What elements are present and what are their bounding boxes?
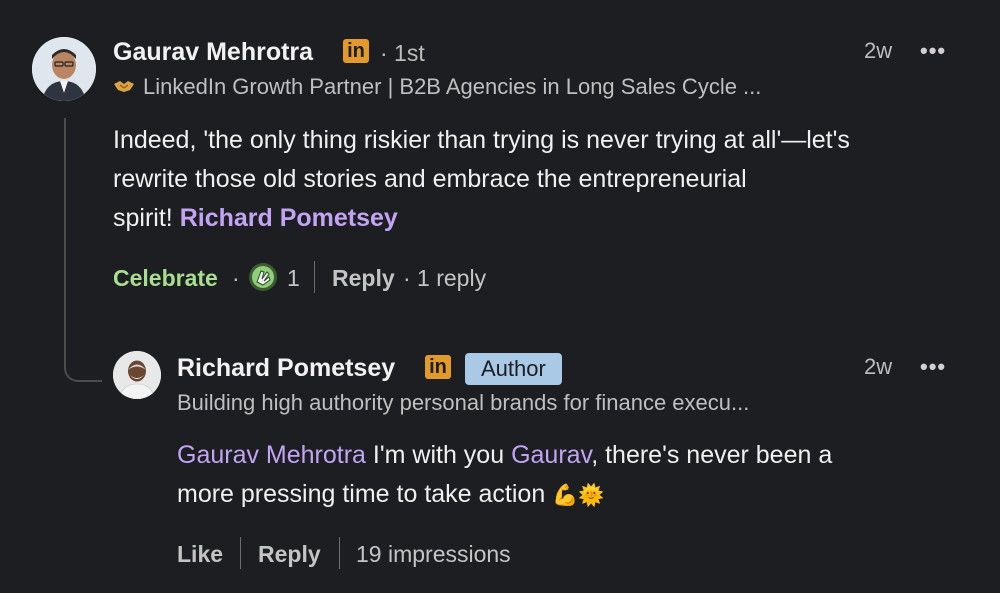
clapping-hands-icon[interactable] [248,262,278,292]
reply-text: Gaurav Mehrotra I'm with you Gaurav, the… [177,436,977,515]
reply-text-fragment: , there's never been a [591,441,833,469]
divider [339,537,340,569]
handshake-icon [113,78,135,94]
mention-link[interactable]: Gaurav [511,441,591,469]
reaction-count[interactable]: 1 [287,265,300,292]
like-button[interactable]: Like [177,541,223,568]
emoji-flexed-biceps-sun-icon: 💪🌞 [552,484,605,507]
comment-text: Indeed, 'the only thing riskier than try… [113,121,983,238]
impressions-count: 19 impressions [356,541,511,567]
comment-text-line: Indeed, 'the only thing riskier than try… [113,126,850,154]
avatar[interactable] [113,351,161,399]
linkedin-icon: in [425,355,451,379]
mention-link[interactable]: Gaurav Mehrotra [177,441,366,469]
separator-dot: · [232,265,240,291]
mention-link[interactable]: Richard Pometsey [180,204,398,232]
celebrate-button[interactable]: Celebrate [113,265,218,292]
reply-text-fragment: more pressing time to take action [177,480,553,508]
thread-connector-line [64,118,102,382]
reply-button[interactable]: Reply [332,265,395,292]
comment-text-line: rewrite those old stories and embrace th… [113,165,747,193]
replies-count-link[interactable]: · 1 reply [403,265,486,292]
comment-timestamp: 2w [864,38,893,63]
reply-author-headline: Building high authority personal brands … [177,390,750,415]
divider [240,537,241,569]
connection-degree: · 1st [380,40,425,66]
more-options-icon[interactable]: ••• [920,354,946,380]
reply-text-line: more pressing time to take action 💪🌞 [177,475,977,515]
linkedin-icon: in [343,39,369,63]
reply-text-line: Gaurav Mehrotra I'm with you Gaurav, the… [177,436,977,475]
reply-button[interactable]: Reply [258,541,321,568]
divider [314,261,315,293]
comment-author-headline: LinkedIn Growth Partner | B2B Agencies i… [143,74,762,99]
author-badge: Author [465,353,562,385]
comment-author-name[interactable]: Gaurav Mehrotra [113,38,313,67]
reply-text-fragment: I'm with you [365,441,512,469]
reply-author-name[interactable]: Richard Pometsey [177,354,395,383]
more-options-icon[interactable]: ••• [920,38,946,64]
comment-text-line: spirit! Richard Pometsey [113,199,983,238]
reply-timestamp: 2w [864,354,893,379]
avatar[interactable] [32,37,96,101]
comment-text-fragment: spirit! [113,204,180,232]
